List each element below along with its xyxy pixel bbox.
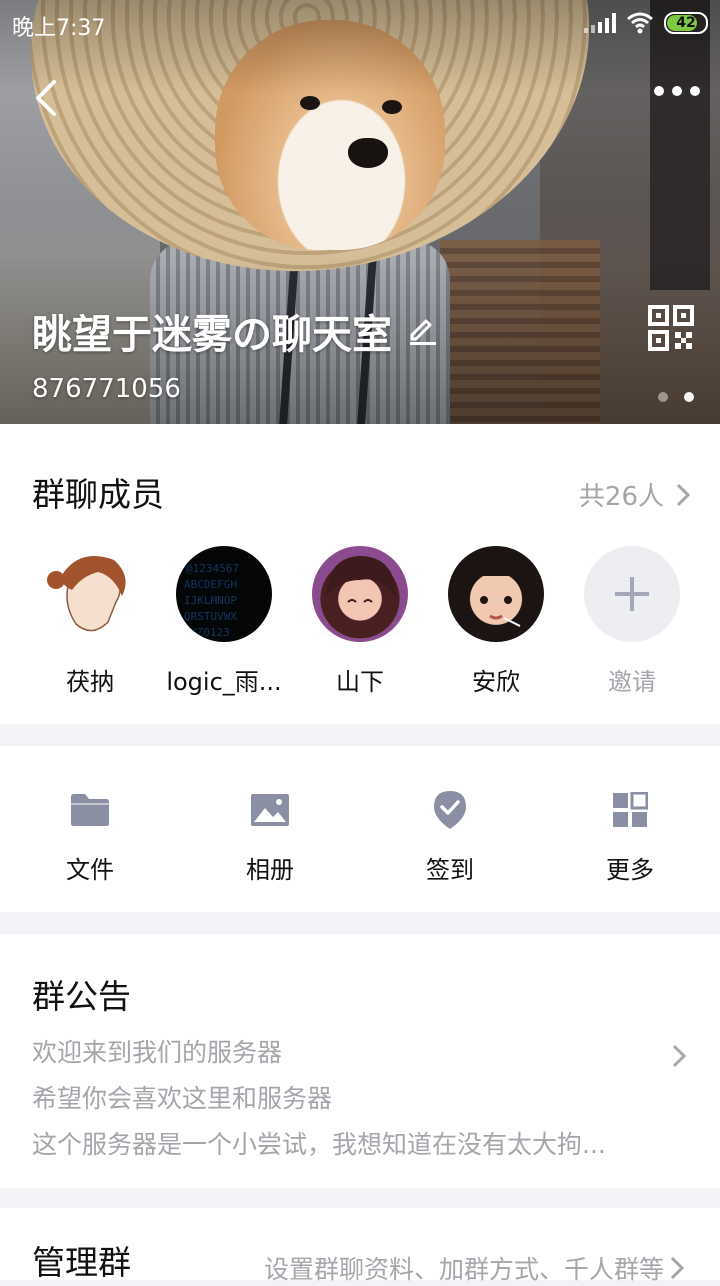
notice-content: 欢迎来到我们的服务器 希望你会喜欢这里和服务器 这个服务器是一个小尝试，我想知道… xyxy=(32,1030,672,1168)
status-time: 晚上7:37 xyxy=(12,16,106,41)
member-item[interactable]: 山下 xyxy=(290,546,430,697)
chevron-right-icon xyxy=(676,483,690,506)
folder-icon xyxy=(71,794,109,826)
signal-icon xyxy=(584,13,616,33)
member-count: 共26人 xyxy=(578,482,664,512)
qr-code-icon[interactable] xyxy=(648,305,694,351)
battery-level: 42 xyxy=(676,15,696,31)
members-section: 群聊成员 共26人 茯抐 @1234567 ABCDEFGH IJKLMNOP … xyxy=(0,424,720,724)
checkin-icon xyxy=(434,791,466,829)
image-icon xyxy=(251,794,289,826)
manage-subtitle: 设置群聊资料、加群方式、千人群等 xyxy=(263,1255,664,1284)
member-name: 安欣 xyxy=(472,668,520,696)
manage-group[interactable]: 管理群 设置群聊资料、加群方式、千人群等 xyxy=(0,1208,720,1284)
tool-label: 文件 xyxy=(66,856,114,884)
tool-files[interactable]: 文件 xyxy=(30,790,150,885)
member-item[interactable]: 安欣 xyxy=(426,546,566,697)
member-count-link[interactable]: 共26人 xyxy=(579,476,690,513)
notice-line: 希望你会喜欢这里和服务器 xyxy=(32,1084,333,1113)
edit-pencil-icon[interactable] xyxy=(406,315,438,347)
member-item[interactable]: 茯抐 xyxy=(20,546,160,697)
manage-title: 管理群 xyxy=(32,1243,131,1282)
group-name-text: 眺望于迷雾の聊天室 xyxy=(32,312,392,358)
svg-text:@1234567: @1234567 xyxy=(186,562,239,575)
invite-member-button[interactable]: 邀请 xyxy=(562,546,702,697)
member-name: logic_雨... xyxy=(166,668,282,696)
group-tools: 文件 相册 签到 更多 xyxy=(0,746,720,912)
header-shade xyxy=(0,0,720,424)
tool-label: 签到 xyxy=(426,856,474,884)
chevron-right-icon xyxy=(670,1256,684,1280)
tool-checkin[interactable]: 签到 xyxy=(390,790,510,885)
members-title: 群聊成员 xyxy=(32,475,164,514)
carousel-dot xyxy=(658,392,668,402)
svg-text:YZ0123: YZ0123 xyxy=(190,626,230,639)
status-icons: 42 xyxy=(584,12,708,34)
carousel-dots xyxy=(658,392,694,402)
tool-album[interactable]: 相册 xyxy=(210,790,330,885)
avatar xyxy=(42,546,138,642)
tool-more[interactable]: 更多 xyxy=(570,790,690,885)
invite-label: 邀请 xyxy=(608,668,656,696)
notice-line: 欢迎来到我们的服务器 xyxy=(32,1038,283,1067)
notice-line: 这个服务器是一个小尝试，我想知道在没有太大拘... xyxy=(32,1130,606,1159)
more-options-icon[interactable] xyxy=(654,86,700,96)
group-header xyxy=(0,0,720,424)
group-name[interactable]: 眺望于迷雾の聊天室 xyxy=(32,302,438,360)
group-notice[interactable]: 群公告 欢迎来到我们的服务器 希望你会喜欢这里和服务器 这个服务器是一个小尝试，… xyxy=(0,934,720,1188)
avatar xyxy=(448,546,544,642)
chevron-right-icon xyxy=(672,1044,686,1068)
tool-label: 相册 xyxy=(246,856,294,884)
group-id: 876771056 xyxy=(32,374,181,404)
member-name: 山下 xyxy=(336,668,384,696)
wifi-icon xyxy=(627,12,653,34)
tool-label: 更多 xyxy=(606,856,654,884)
invite-avatar xyxy=(584,546,680,642)
svg-text:IJKLMNOP: IJKLMNOP xyxy=(184,594,237,607)
svg-text:QRSTUVWX: QRSTUVWX xyxy=(184,610,237,623)
avatar: @1234567 ABCDEFGH IJKLMNOP QRSTUVWX YZ01… xyxy=(176,546,272,642)
status-bar: 晚上7:37 42 xyxy=(0,0,720,46)
battery-icon: 42 xyxy=(664,12,708,34)
carousel-dot-active xyxy=(684,392,694,402)
manage-subtitle-row: 设置群聊资料、加群方式、千人群等 xyxy=(264,1250,684,1286)
plus-icon xyxy=(615,577,649,611)
avatar xyxy=(312,546,408,642)
back-arrow-icon[interactable] xyxy=(28,76,68,120)
member-name: 茯抐 xyxy=(66,668,114,696)
grid-icon xyxy=(613,792,648,827)
svg-text:ABCDEFGH: ABCDEFGH xyxy=(184,578,237,591)
notice-title: 群公告 xyxy=(32,977,131,1016)
member-item[interactable]: @1234567 ABCDEFGH IJKLMNOP QRSTUVWX YZ01… xyxy=(154,546,294,697)
